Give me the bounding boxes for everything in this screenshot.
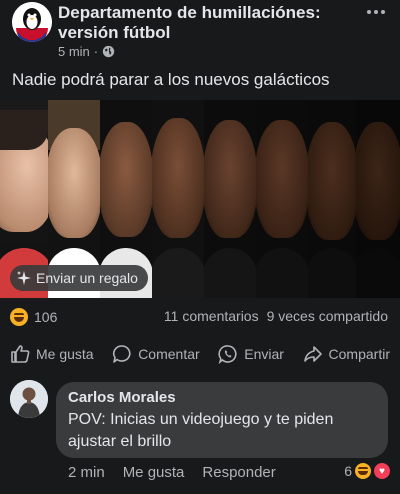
engagement-counts: 11 comentarios 9 veces compartido xyxy=(164,308,388,324)
share-button[interactable]: Compartir xyxy=(303,344,390,364)
haha-reaction-icon xyxy=(355,463,371,479)
more-dot-icon xyxy=(374,10,378,14)
share-arrow-icon xyxy=(303,346,322,362)
portrait-strip xyxy=(152,100,204,298)
thumbs-up-icon xyxy=(11,345,30,363)
comment-time: 2 min xyxy=(68,464,105,481)
penguin-logo-icon xyxy=(12,2,52,42)
like-label: Me gusta xyxy=(36,346,94,362)
gift-sparkle-icon xyxy=(17,271,31,285)
portrait-strip xyxy=(256,100,308,298)
person-photo-icon xyxy=(10,380,48,418)
more-dot-icon xyxy=(367,10,371,14)
globe-icon xyxy=(102,45,115,58)
reaction-summary[interactable]: 106 xyxy=(10,308,57,326)
comment-text: POV: Inicias un videojuego y te piden aj… xyxy=(68,411,334,450)
reactions-row: 106 11 comentarios 9 veces compartido xyxy=(0,300,400,332)
comment-bubble: Carlos Morales POV: Inicias un videojueg… xyxy=(56,382,388,458)
send-label: Enviar xyxy=(244,346,284,362)
send-gift-button[interactable]: Enviar un regalo xyxy=(10,265,148,291)
love-reaction-icon: ♥ xyxy=(374,463,390,479)
like-button[interactable]: Me gusta xyxy=(10,344,94,364)
separator-dot: · xyxy=(93,44,99,59)
comment-reactions[interactable]: 6 ♥ xyxy=(344,463,390,479)
whatsapp-icon xyxy=(218,345,237,364)
post-time[interactable]: 5 min xyxy=(58,44,90,59)
comment: Carlos Morales POV: Inicias un videojueg… xyxy=(0,380,400,494)
more-options-button[interactable] xyxy=(364,2,388,22)
portrait-strip xyxy=(356,100,400,298)
haha-reaction-icon xyxy=(10,308,28,326)
comment-bubble-icon xyxy=(113,345,131,363)
comment-label: Comentar xyxy=(138,346,200,362)
shares-count[interactable]: 9 veces compartido xyxy=(267,308,388,324)
comment-button[interactable]: Comentar xyxy=(112,344,200,364)
comments-count[interactable]: 11 comentarios xyxy=(164,308,259,324)
comment-reply-button[interactable]: Responder xyxy=(202,464,275,481)
portrait-strip xyxy=(308,100,356,298)
action-bar: Me gusta Comentar Enviar Compartir xyxy=(0,336,400,372)
post-meta: 5 min · xyxy=(58,44,115,59)
post-header: Departamento de humillaciónes: versión f… xyxy=(0,0,400,64)
send-whatsapp-button[interactable]: Enviar xyxy=(218,344,284,364)
commenter-avatar[interactable] xyxy=(10,380,48,418)
more-dot-icon xyxy=(381,10,385,14)
send-gift-label: Enviar un regalo xyxy=(36,270,138,286)
post-text: Nadie podrá parar a los nuevos galáctico… xyxy=(12,70,330,89)
comment-reaction-count: 6 xyxy=(344,463,352,479)
share-label: Compartir xyxy=(328,346,390,362)
comment-footer: 2 min Me gusta Responder xyxy=(68,464,276,481)
page-name[interactable]: Departamento de humillaciónes: versión f… xyxy=(58,3,358,43)
reaction-count: 106 xyxy=(34,309,58,325)
comment-author[interactable]: Carlos Morales xyxy=(68,388,376,408)
portrait-strip xyxy=(204,100,256,298)
comment-like-button[interactable]: Me gusta xyxy=(123,464,185,481)
page-avatar[interactable] xyxy=(12,2,52,42)
